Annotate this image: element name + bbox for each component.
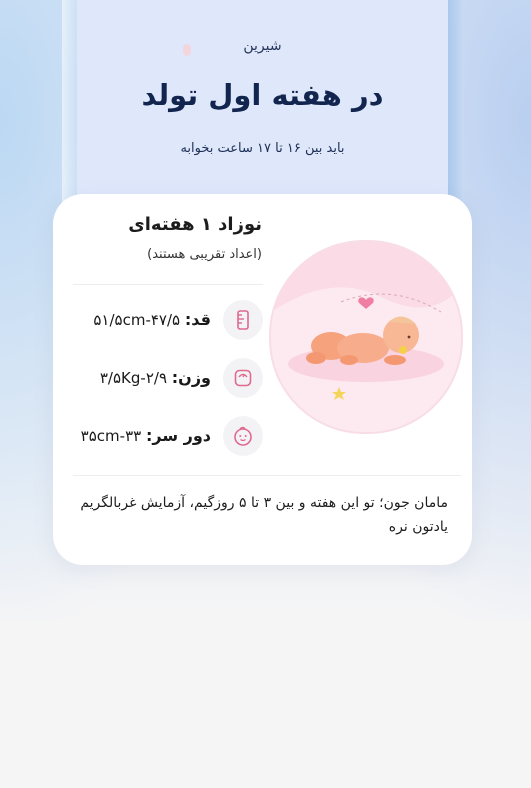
baby-face-icon [223, 416, 263, 456]
stat-label: قد: [184, 310, 211, 329]
story-hero: شیرین در هفته اول تولد باید بین ۱۶ تا ۱۷… [77, 0, 448, 220]
stat-height: قد: ۴۷/۵-۵۱/۵cm [73, 300, 263, 340]
baby-illustration [269, 240, 463, 434]
hero-tag: شیرین [243, 38, 282, 54]
stat-label: دور سر: [145, 426, 211, 445]
card-footer-text: مامان جون؛ تو این هفته و بین ۳ تا ۵ روزگ… [80, 495, 448, 535]
stat-value: ۲/۹-۳/۵Kg [99, 369, 167, 387]
stat-value: ۴۷/۵-۵۱/۵cm [93, 311, 181, 329]
stat-weight: وزن: ۲/۹-۳/۵Kg [73, 358, 263, 398]
stat-label: وزن: [171, 368, 211, 387]
baby-info-card: نوزاد ۱ هفته‌ای (اعداد تقریبی هستند) قد:… [53, 194, 472, 565]
ruler-icon [223, 300, 263, 340]
stat-value: ۳۳-۳۵cm [80, 427, 142, 445]
card-note: (اعداد تقریبی هستند) [147, 247, 262, 262]
hero-title: در هفته اول تولد [141, 78, 384, 112]
divider [73, 284, 263, 285]
card-title: نوزاد ۱ هفته‌ای [128, 214, 262, 235]
hero-subtitle: باید بین ۱۶ تا ۱۷ ساعت بخوابه [180, 141, 345, 156]
divider [73, 475, 461, 476]
scale-icon [223, 358, 263, 398]
stat-head-circumference: دور سر: ۳۳-۳۵cm [73, 416, 263, 456]
